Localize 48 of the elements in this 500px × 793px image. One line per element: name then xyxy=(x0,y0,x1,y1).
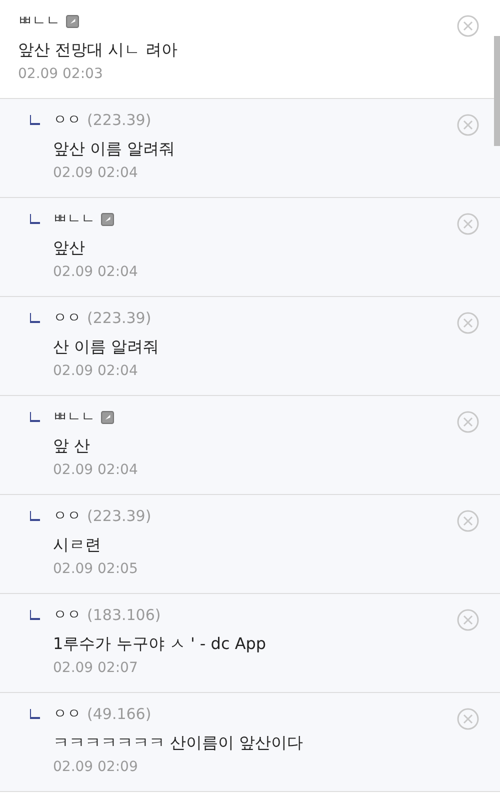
member-icon xyxy=(101,212,114,226)
reply-arrow-icon xyxy=(30,610,40,620)
comment-text: ㅋㅋㅋㅋㅋㅋㅋ 산이름이 앞산이다 xyxy=(53,732,304,754)
reply-arrow-icon xyxy=(30,313,40,323)
nickname: ㅃㄴㄴ xyxy=(53,408,95,426)
delete-icon[interactable] xyxy=(457,114,479,136)
nickname: ㅇㅇ xyxy=(53,606,81,624)
comment-text: 1루수가 누구야 ㅅ ' - dc App xyxy=(53,633,268,655)
ip-address: (183.106) xyxy=(87,606,161,624)
comment-text: 앞산 이름 알려줘 xyxy=(53,138,176,160)
comment-text: 앞산 전망대 시ㄴ 려아 xyxy=(18,39,178,61)
delete-icon[interactable] xyxy=(457,411,479,433)
delete-icon[interactable] xyxy=(457,609,479,631)
scrollbar[interactable] xyxy=(494,36,500,146)
delete-icon[interactable] xyxy=(457,510,479,532)
timestamp: 02.09 02:05 xyxy=(53,561,139,577)
timestamp: 02.09 02:04 xyxy=(53,165,139,181)
delete-icon[interactable] xyxy=(457,708,479,730)
delete-icon[interactable] xyxy=(457,312,479,334)
delete-icon[interactable] xyxy=(457,15,479,37)
ip-address: (49.166) xyxy=(87,705,152,723)
ip-address: (223.39) xyxy=(87,309,152,327)
member-icon xyxy=(66,14,79,28)
reply-arrow-icon xyxy=(30,511,40,521)
ip-address: (223.39) xyxy=(87,111,152,129)
nickname: ㅇㅇ xyxy=(53,507,81,525)
comment-text: 산 이름 알려줘 xyxy=(53,336,160,358)
nickname: ㅃㄴㄴ xyxy=(53,210,95,228)
comment-text: 앞산 xyxy=(53,237,86,259)
nickname: ㅃㄴㄴ xyxy=(18,12,60,30)
timestamp: 02.09 02:07 xyxy=(53,660,139,676)
member-icon xyxy=(101,410,114,424)
delete-icon[interactable] xyxy=(457,213,479,235)
reply-arrow-icon xyxy=(30,412,40,422)
reply-arrow-icon xyxy=(30,214,40,224)
timestamp: 02.09 02:04 xyxy=(53,363,139,379)
comment-text: 앞 산 xyxy=(53,435,92,457)
comment-text: 시ㄹ련 xyxy=(53,534,102,556)
timestamp: 02.09 02:04 xyxy=(53,462,139,478)
reply-arrow-icon xyxy=(30,115,40,125)
nickname: ㅇㅇ xyxy=(53,111,81,129)
reply-arrow-icon xyxy=(30,709,40,719)
timestamp: 02.09 02:09 xyxy=(53,759,139,775)
timestamp: 02.09 02:04 xyxy=(53,264,139,280)
nickname: ㅇㅇ xyxy=(53,309,81,327)
nickname: ㅇㅇ xyxy=(53,705,81,723)
ip-address: (223.39) xyxy=(87,507,152,525)
timestamp: 02.09 02:03 xyxy=(18,66,104,82)
